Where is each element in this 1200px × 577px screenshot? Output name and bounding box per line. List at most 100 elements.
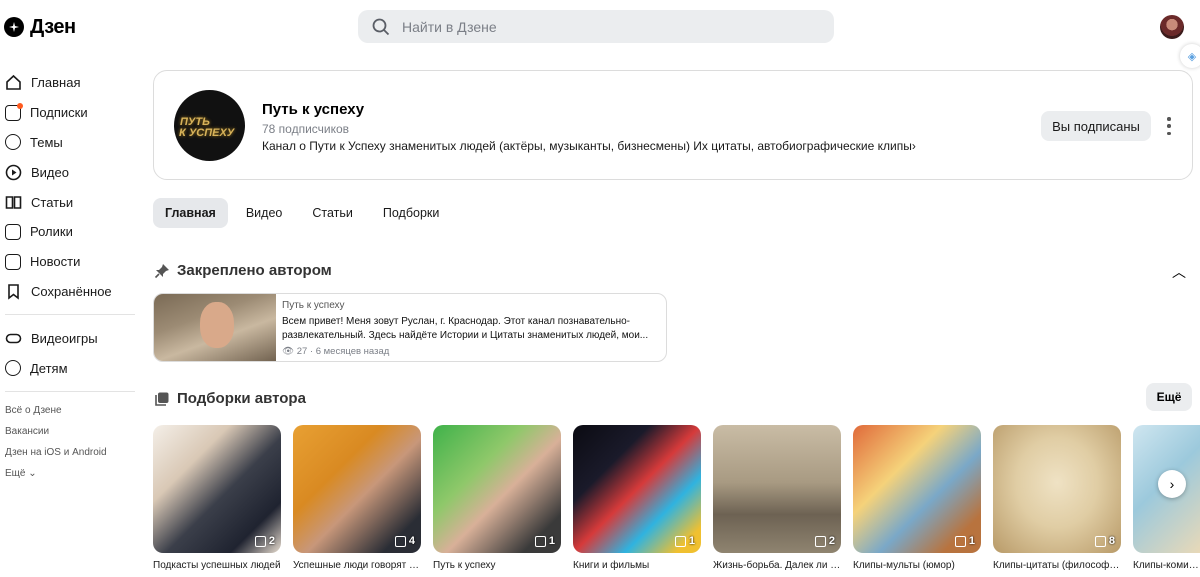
subscribe-button[interactable]: Вы подписаны [1041, 111, 1151, 141]
dzen-logo-icon [4, 17, 24, 37]
avatar-text-line2: К УСПЕХУ [179, 127, 235, 139]
sidebar-item-games[interactable]: Видеоигры [0, 323, 140, 353]
search-icon [372, 18, 390, 35]
eye-icon: 👁 [282, 346, 295, 357]
footer-link-about[interactable]: Всё о Дзене [0, 400, 140, 421]
bookmark-icon [8, 284, 19, 300]
channel-description[interactable]: Канал о Пути к Успеху знаменитых людей (… [262, 139, 916, 153]
channel-subscribers: 78 подписчиков [262, 122, 350, 136]
book-icon [5, 195, 22, 209]
footer-link-jobs[interactable]: Вакансии [0, 421, 140, 442]
channel-tabs: Главная Видео Статьи Подборки [153, 198, 451, 228]
footer-more-label: Ещё [5, 467, 26, 479]
dzen-logo[interactable]: Дзен [4, 14, 76, 40]
pinned-post-text: Всем привет! Меня зовут Руслан, г. Красн… [282, 316, 649, 341]
divider [5, 390, 135, 392]
post-time: · 6 месяцев назад [309, 346, 390, 357]
news-icon [5, 253, 21, 270]
sidebar-item-topics[interactable]: Темы [0, 128, 140, 158]
more-options-icon[interactable] [1166, 117, 1172, 135]
collection-tile[interactable]: 8 [993, 425, 1121, 553]
home-icon [6, 75, 21, 91]
collection-count: 1 [535, 535, 555, 547]
collection-label[interactable]: Успешные люди говорят о... [293, 560, 421, 571]
shorts-icon [5, 223, 21, 240]
footer-more[interactable]: Ещё ⌄ [0, 463, 140, 484]
sidebar-item-label: Детям [30, 360, 68, 376]
collection-tile[interactable]: 4 [293, 425, 421, 553]
sidebar-item-label: Видео [31, 164, 69, 180]
notification-badge [17, 102, 23, 109]
collection-label[interactable]: Книги и фильмы [573, 560, 701, 571]
sidebar-item-home[interactable]: Главная [0, 68, 140, 98]
collection-count: 2 [255, 535, 275, 547]
footer-link-apps[interactable]: Дзен на iOS и Android [0, 442, 140, 463]
sidebar-item-subscriptions[interactable]: Подписки [0, 98, 140, 128]
sidebar-item-label: Сохранённое [31, 283, 112, 299]
tab-collections[interactable]: Подборки [371, 198, 451, 228]
sidebar-item-articles[interactable]: Статьи [0, 187, 140, 217]
sidebar-item-news[interactable]: Новости [0, 247, 140, 277]
sidebar-item-label: Статьи [31, 194, 74, 210]
pinned-section-header: Закреплено автором [154, 262, 332, 279]
sidebar-item-label: Ролики [30, 224, 73, 240]
pinned-post-source: Путь к успеху [282, 300, 345, 311]
sidebar-item-video[interactable]: Видео [0, 157, 140, 187]
collections-section-header: Подборки автора [154, 390, 306, 407]
collections-icon [155, 392, 169, 406]
pinned-post-meta: 👁 27 · 6 месяцев назад [282, 346, 389, 357]
collection-label[interactable]: Клипы-комиксы, которой стоит... [1133, 560, 1200, 571]
sidebar: Главная Подписки Темы Видео Статьи Ролик… [0, 68, 140, 484]
play-icon [5, 164, 22, 181]
tab-video[interactable]: Видео [234, 198, 295, 228]
bear-icon [5, 360, 21, 377]
tab-articles[interactable]: Статьи [300, 198, 365, 228]
sidebar-item-label: Подписки [30, 105, 88, 121]
user-avatar[interactable] [1160, 15, 1184, 39]
divider [5, 314, 135, 316]
sidebar-item-kids[interactable]: Детям [0, 353, 140, 383]
pin-icon [154, 263, 169, 278]
more-collections-button[interactable]: Ещё [1146, 383, 1192, 411]
sidebar-item-label: Видеоигры [31, 330, 98, 346]
chevron-right-icon: › [911, 139, 916, 153]
channel-card: ПУТЬ К УСПЕХУ Путь к успеху 78 подписчик… [153, 70, 1193, 180]
collection-label[interactable]: Клипы-мульты (юмор) [853, 560, 981, 571]
chevron-down-icon: ⌄ [28, 467, 37, 479]
collection-count: 1 [675, 535, 695, 547]
sidebar-item-saved[interactable]: Сохранённое [0, 277, 140, 307]
sidebar-item-shorts[interactable]: Ролики [0, 217, 140, 247]
pinned-post-card[interactable]: Путь к успеху Всем привет! Меня зовут Ру… [153, 293, 667, 362]
views-count: 27 [296, 346, 308, 357]
collection-label[interactable]: Подкасты успешных людей [153, 560, 281, 571]
sidebar-item-label: Главная [31, 75, 81, 91]
logo-text: Дзен [30, 15, 76, 38]
subscriptions-icon [5, 102, 23, 121]
carousel-next-button[interactable]: › [1158, 470, 1186, 498]
search-input[interactable]: Найти в Дзене [358, 10, 834, 43]
collection-label[interactable]: Клипы-цитаты (философы и мудрецы) [993, 560, 1121, 571]
tab-home[interactable]: Главная [153, 198, 228, 228]
collection-tile[interactable]: 2 [153, 425, 281, 553]
search-placeholder: Найти в Дзене [402, 18, 497, 35]
collection-tile[interactable]: 2 [713, 425, 841, 553]
collapse-chevron-icon[interactable]: ︿ [1172, 262, 1186, 282]
pinned-title: Закреплено автором [177, 262, 332, 279]
collection-label[interactable]: Жизнь-борьба. Далек ли успех? [713, 560, 841, 571]
compass-icon [5, 134, 21, 151]
pinned-post-thumbnail [154, 294, 276, 361]
collection-count: 4 [395, 535, 415, 547]
sidebar-item-label: Новости [30, 254, 81, 270]
collection-count: 2 [815, 535, 835, 547]
chevron-right-icon: › [1169, 476, 1175, 492]
collection-tile[interactable]: 1 [573, 425, 701, 553]
assistant-icon[interactable]: ◈ [1180, 44, 1200, 68]
channel-avatar[interactable]: ПУТЬ К УСПЕХУ [174, 90, 245, 161]
collection-tile[interactable]: 1 [853, 425, 981, 553]
channel-name: Путь к успеху [262, 101, 365, 118]
sidebar-item-label: Темы [30, 134, 63, 150]
collection-tile[interactable]: 1 [433, 425, 561, 553]
collection-count: 1 [955, 535, 975, 547]
collection-label[interactable]: Путь к успеху [433, 560, 561, 571]
collections-title: Подборки автора [177, 390, 306, 407]
